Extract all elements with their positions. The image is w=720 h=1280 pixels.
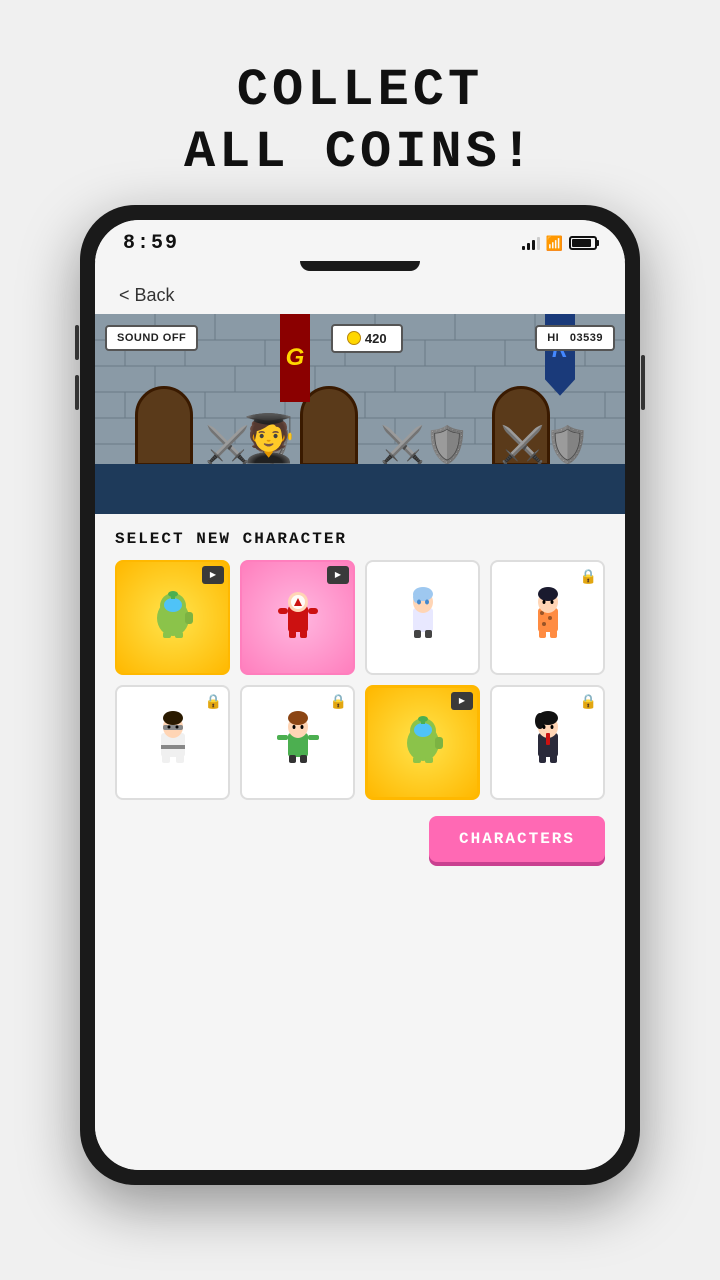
coin-display: 420 bbox=[331, 324, 403, 353]
back-label[interactable]: < Back bbox=[119, 285, 175, 305]
tv-ad-icon-7 bbox=[451, 692, 473, 710]
character-card-3[interactable] bbox=[365, 560, 480, 675]
hud-bar: SOUND OFF 420 HI 03539 bbox=[95, 324, 625, 353]
hi-label: HI bbox=[547, 332, 559, 344]
camera-notch bbox=[300, 261, 420, 271]
back-button[interactable]: < Back bbox=[95, 271, 625, 314]
coin-symbol bbox=[347, 331, 361, 345]
character-sprite-7 bbox=[397, 711, 449, 773]
header-section: COLLECT ALL COINS! bbox=[184, 60, 536, 185]
character-sprite-5 bbox=[147, 711, 199, 773]
wifi-icon: 📶 bbox=[546, 235, 563, 252]
volume-up-button bbox=[75, 325, 79, 360]
battery-fill bbox=[572, 239, 591, 247]
knight-statue-2: ⚔️🛡️ bbox=[380, 424, 470, 466]
character-card-4[interactable]: 🔒 bbox=[490, 560, 605, 675]
character-sprite-3 bbox=[397, 586, 449, 648]
hi-score: 03539 bbox=[570, 332, 603, 344]
phone-mockup: 8:59 📶 < Back bbox=[80, 205, 640, 1185]
coin-count: 420 bbox=[365, 331, 387, 346]
phone-screen: 8:59 📶 < Back bbox=[95, 220, 625, 1170]
lock-icon-5: 🔒 bbox=[205, 693, 222, 710]
lock-icon-6: 🔒 bbox=[330, 693, 347, 710]
character-sprite-1 bbox=[147, 586, 199, 648]
hi-score-display: HI 03539 bbox=[535, 325, 615, 351]
section-title: SELECT NEW CHARACTER bbox=[115, 530, 605, 548]
status-bar: 8:59 📶 bbox=[95, 220, 625, 261]
tv-ad-icon-2 bbox=[327, 566, 349, 584]
character-card-6[interactable]: 🔒 bbox=[240, 685, 355, 800]
signal-bar-2 bbox=[527, 243, 530, 250]
character-sprite-6 bbox=[272, 711, 324, 773]
character-card-2[interactable] bbox=[240, 560, 355, 675]
character-section: SELECT NEW CHARACTER bbox=[95, 514, 625, 1170]
tv-ad-icon-1 bbox=[202, 566, 224, 584]
character-card-1[interactable] bbox=[115, 560, 230, 675]
characters-button[interactable]: CHARACTERS bbox=[429, 816, 605, 862]
lock-icon-8: 🔒 bbox=[580, 693, 597, 710]
character-sprite-2 bbox=[272, 586, 324, 648]
signal-icon bbox=[522, 236, 540, 250]
game-area: G R ⚔️🛡️ ⚔️🛡️ ⚔️🛡️ 🧑‍🎓 bbox=[95, 314, 625, 514]
signal-bar-1 bbox=[522, 246, 525, 250]
game-character: 🧑‍🎓 bbox=[240, 411, 297, 466]
knight-statue-3: ⚔️🛡️ bbox=[500, 424, 590, 466]
status-icons: 📶 bbox=[522, 235, 597, 252]
lock-icon-4: 🔒 bbox=[580, 568, 597, 585]
sound-button[interactable]: SOUND OFF bbox=[105, 325, 198, 351]
character-card-8[interactable]: 🔒 bbox=[490, 685, 605, 800]
title-line1: COLLECT bbox=[184, 60, 536, 122]
character-card-5[interactable]: 🔒 bbox=[115, 685, 230, 800]
character-card-7[interactable] bbox=[365, 685, 480, 800]
characters-button-row: CHARACTERS bbox=[115, 812, 605, 870]
power-button bbox=[641, 355, 645, 410]
game-floor bbox=[95, 464, 625, 514]
volume-down-button bbox=[75, 375, 79, 410]
signal-bar-4 bbox=[537, 237, 540, 250]
status-time: 8:59 bbox=[123, 232, 179, 255]
signal-bar-3 bbox=[532, 240, 535, 250]
character-sprite-4 bbox=[522, 586, 574, 648]
title-line2: ALL COINS! bbox=[184, 122, 536, 184]
door-1 bbox=[135, 386, 193, 466]
character-sprite-8 bbox=[522, 711, 574, 773]
character-grid: 🔒 bbox=[115, 560, 605, 800]
battery-icon bbox=[569, 236, 597, 250]
